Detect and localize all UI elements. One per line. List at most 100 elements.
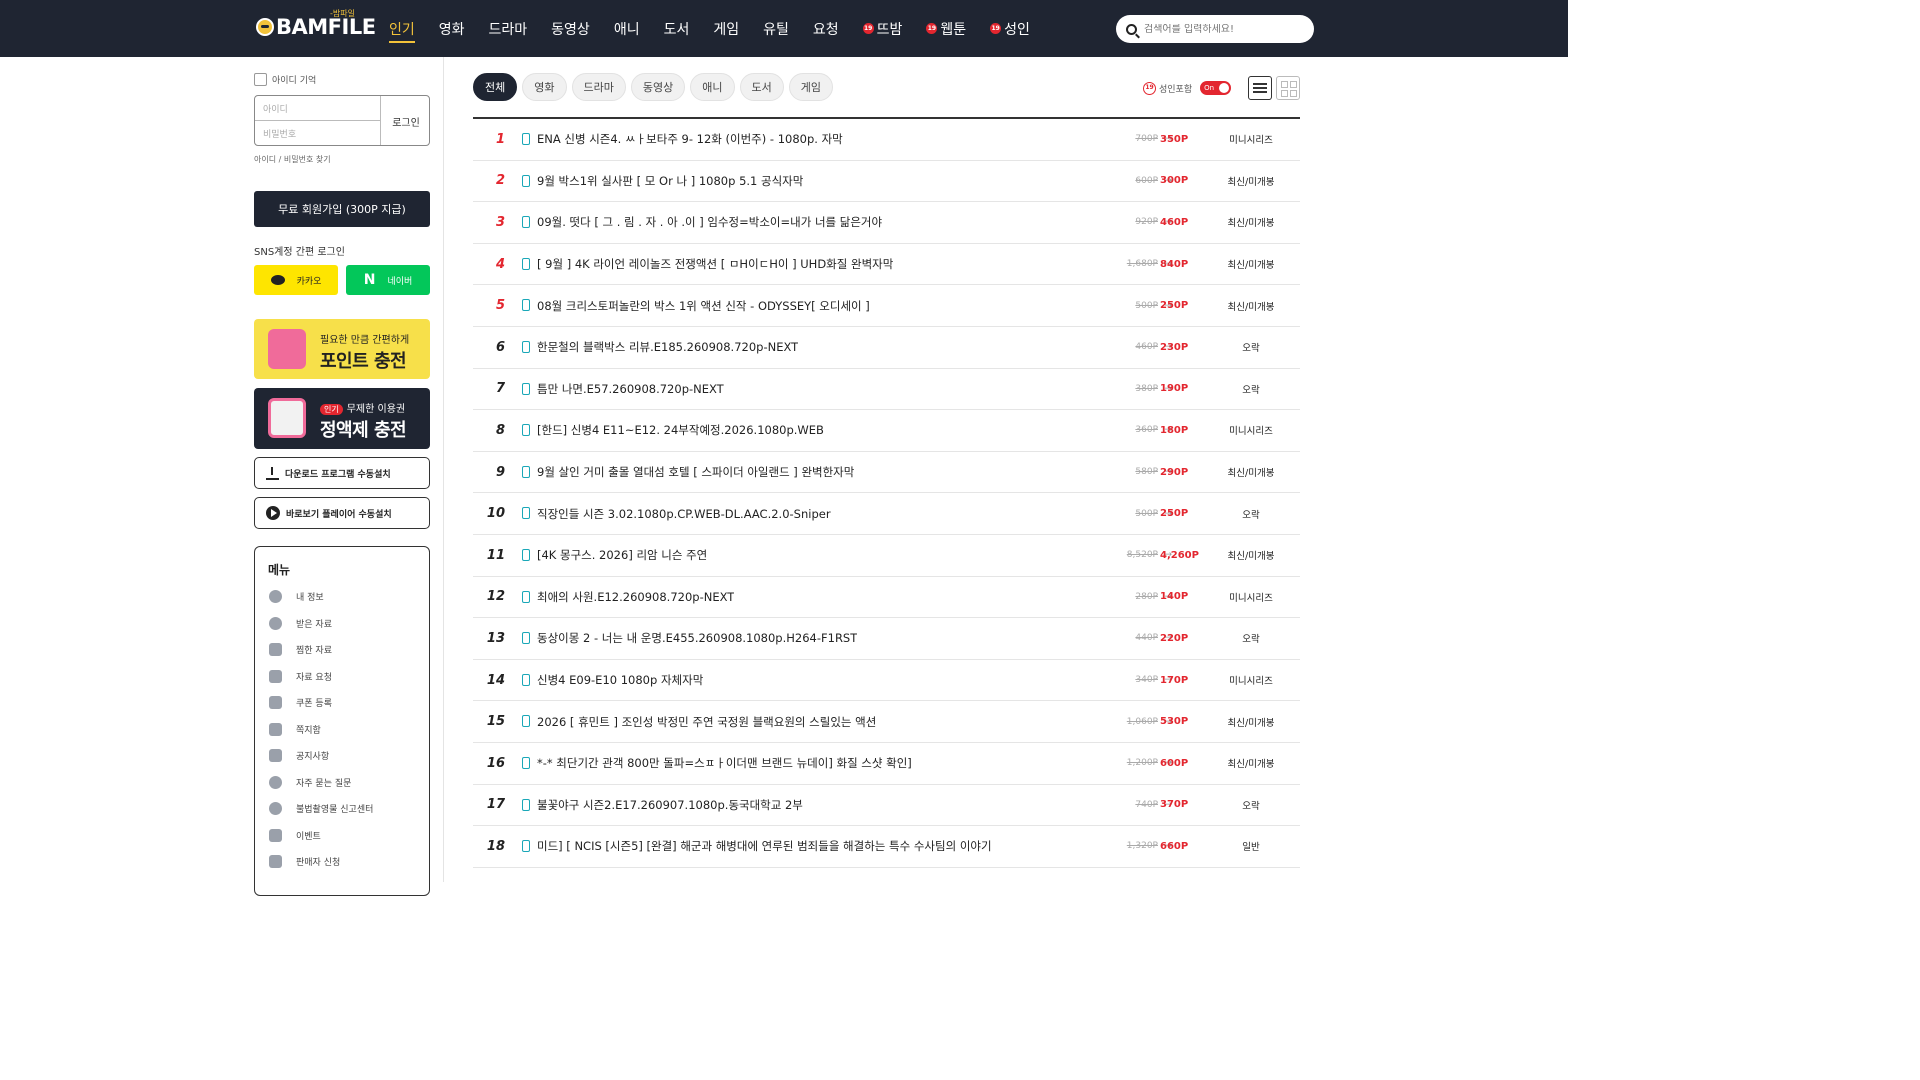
list-view-icon[interactable]: [1248, 76, 1272, 100]
id-field[interactable]: 아이디: [255, 96, 381, 121]
nav-item-3[interactable]: 동영상: [551, 0, 590, 57]
ranking-row[interactable]: 12 최애의 사원.E12.260908.720p-NEXT 280P → 140P 미니…: [473, 577, 1300, 619]
ranking-row[interactable]: 4 [ 9월 ] 4K 라이언 레이놀즈 전쟁액션 [ ㅁH이ㄷH이 ] UHD화…: [473, 244, 1300, 286]
menu-item-6[interactable]: 공지사항: [269, 749, 329, 762]
nav-item-2[interactable]: 드라마: [489, 0, 528, 57]
tab-0[interactable]: 전체: [473, 73, 518, 101]
menu-item-2[interactable]: 찜한 자료: [269, 643, 332, 656]
menu-item-9[interactable]: 이벤트: [269, 828, 321, 842]
item-title[interactable]: 직장인들 시즌 3.02.1080p.CP.WEB-DL.AAC.2.0-Sni…: [537, 506, 831, 522]
find-account-link[interactable]: 아이디 / 비밀번호 찾기: [254, 154, 331, 165]
nav-item-10[interactable]: 19 웹툰: [926, 0, 966, 57]
original-price: 1,680P: [1126, 259, 1158, 270]
signup-button[interactable]: 무료 회원가입 (300P 지급): [254, 191, 430, 227]
nav-item-1[interactable]: 영화: [439, 0, 465, 57]
ranking-row[interactable]: 8 [한드] 신병4 E11~E12. 24부작예정.2026.1080p.WEB…: [473, 410, 1300, 452]
menu-item-5[interactable]: 쪽지함: [269, 722, 321, 736]
menu-item-7[interactable]: 자주 묻는 질문: [269, 775, 351, 789]
ranking-row[interactable]: 15 2026 [ 휴민트 ] 조인성 박정민 주연 국정원 블랙요원의 스릴있는…: [473, 701, 1300, 743]
mobile-icon: [522, 382, 530, 395]
item-title[interactable]: 틈만 나면.E57.260908.720p-NEXT: [537, 381, 724, 397]
tab-3[interactable]: 동영상: [630, 73, 686, 101]
tab-6[interactable]: 게임: [788, 73, 833, 101]
password-field[interactable]: 비밀번호: [255, 121, 381, 145]
ranking-row[interactable]: 13 동상이몽 2 - 너는 내 운명.E455.260908.1080p.H26…: [473, 618, 1300, 660]
rank-number: 1: [495, 131, 505, 147]
adult-toggle[interactable]: On: [1200, 81, 1232, 95]
item-title[interactable]: 동상이몽 2 - 너는 내 운명.E455.260908.1080p.H264-…: [537, 630, 857, 646]
nav-item-4[interactable]: 애니: [614, 0, 640, 57]
search-icon[interactable]: [1126, 23, 1137, 35]
nav-item-8[interactable]: 요청: [813, 0, 839, 57]
play-icon: [266, 506, 280, 520]
remember-id-checkbox[interactable]: [254, 73, 267, 86]
item-title[interactable]: 한문철의 블랙박스 리뷰.E185.260908.720p-NEXT: [537, 339, 798, 355]
grid-view-icon[interactable]: [1276, 76, 1300, 100]
item-title[interactable]: 신병4 E09-E10 1080p 자체자막: [537, 672, 703, 688]
ranking-row[interactable]: 18 미드] [ NCIS [시즌5] [완결] 해군과 해병대에 연루된 범죄들…: [473, 826, 1300, 868]
nav-item-11[interactable]: 19 성인: [990, 0, 1030, 57]
nav-item-6[interactable]: 게임: [713, 0, 739, 57]
kakao-speech-bubble-icon: [270, 275, 285, 285]
ranking-row[interactable]: 3 09월. 떳다 [ 그 . 림 . 자 . 아 .이 ] 임수정=박소이=내가…: [473, 202, 1300, 244]
ranking-row[interactable]: 5 08월 크리스토퍼놀란의 박스 1위 액션 신작 - ODYSSEY[ 오디세…: [473, 285, 1300, 327]
remember-id[interactable]: 아이디 기억: [254, 73, 316, 86]
item-title[interactable]: 08월 크리스토퍼놀란의 박스 1위 액션 신작 - ODYSSEY[ 오디세이…: [537, 298, 870, 314]
ranking-row[interactable]: 17 불꽃야구 시즌2.E17.260907.1080p.동국대학교 2부 740P…: [473, 785, 1300, 827]
point-charge-banner[interactable]: 필요한 만큼 간편하게 포인트 충전: [254, 319, 430, 379]
item-title[interactable]: 2026 [ 휴민트 ] 조인성 박정민 주연 국정원 블랙요원의 스릴있는 액…: [537, 714, 876, 730]
item-title[interactable]: *-* 최단기간 관객 800만 돌파=스ㅍㅏ이더맨 브랜드 뉴데이] 화질 스…: [537, 755, 912, 771]
tab-2[interactable]: 드라마: [571, 73, 626, 101]
mobile-icon: [522, 798, 530, 811]
menu-item-4[interactable]: 쿠폰 등록: [269, 696, 332, 709]
nav-item-0[interactable]: 인기: [389, 0, 415, 57]
ranking-row[interactable]: 1 ENA 신병 시즌4. ㅆㅏ보타주 9- 12화 (이번주) - 1080p.…: [473, 119, 1300, 161]
item-title[interactable]: 불꽃야구 시즌2.E17.260907.1080p.동국대학교 2부: [537, 797, 803, 813]
search-input[interactable]: [1144, 23, 1304, 35]
nav-item-5[interactable]: 도서: [664, 0, 690, 57]
item-title[interactable]: [한드] 신병4 E11~E12. 24부작예정.2026.1080p.WEB: [537, 422, 824, 438]
menu-item-8[interactable]: 불법촬영물 신고센터: [269, 802, 373, 815]
naver-label: 네이버: [387, 276, 413, 287]
item-category: 미니시리즈: [1229, 135, 1273, 147]
search-box[interactable]: [1116, 15, 1314, 43]
item-title[interactable]: [ 9월 ] 4K 라이언 레이놀즈 전쟁액션 [ ㅁH이ㄷH이 ] UHD화질…: [537, 256, 893, 272]
menu-item-1[interactable]: 받은 자료: [269, 616, 332, 630]
item-title[interactable]: 미드] [ NCIS [시즌5] [완결] 해군과 해병대에 연루된 범죄들을 …: [537, 838, 992, 854]
site-logo[interactable]: BAMFILE -밤파일: [256, 9, 376, 42]
tab-5[interactable]: 도서: [739, 73, 784, 101]
ranking-row[interactable]: 16 *-* 최단기간 관객 800만 돌파=스ㅍㅏ이더맨 브랜드 뉴데이] 화질…: [473, 743, 1300, 785]
ranking-row[interactable]: 9 9월 살인 거미 출몰 열대섬 호텔 [ 스파이더 아일랜드 ] 완벽한자막 5…: [473, 452, 1300, 494]
tab-1[interactable]: 영화: [522, 73, 567, 101]
ranking-row[interactable]: 7 틈만 나면.E57.260908.720p-NEXT 380P → 190P 오락: [473, 369, 1300, 411]
nav-item-7[interactable]: 유틸: [763, 0, 789, 57]
gift-icon: [269, 828, 282, 842]
menu-item-3[interactable]: 자료 요청: [269, 669, 332, 683]
ranking-row[interactable]: 14 신병4 E09-E10 1080p 자체자막 340P → 170P 미니시리즈: [473, 660, 1300, 702]
item-title[interactable]: [4K 몽구스. 2026] 리암 니슨 주연: [537, 547, 707, 563]
ranking-row[interactable]: 11 [4K 몽구스. 2026] 리암 니슨 주연 8,520P → 4,260P 최신…: [473, 535, 1300, 577]
plan-charge-banner[interactable]: 인기 무제한 이용권 정액제 충전: [254, 388, 430, 449]
player-install-button[interactable]: 바로보기 플레이어 수동설치: [254, 497, 430, 529]
item-category: 최신/미개봉: [1227, 301, 1275, 313]
menu-item-label: 이벤트: [296, 831, 321, 842]
naver-login-button[interactable]: N 네이버: [346, 265, 430, 295]
item-title[interactable]: 9월 박스1위 실사판 [ 모 Or 나 ] 1080p 5.1 공식자막: [537, 173, 803, 189]
ranking-row[interactable]: 6 한문철의 블랙박스 리뷰.E185.260908.720p-NEXT 460P →…: [473, 327, 1300, 369]
original-price: 280P: [1135, 591, 1158, 602]
ranking-row[interactable]: 10 직장인들 시즌 3.02.1080p.CP.WEB-DL.AAC.2.0-S…: [473, 493, 1300, 535]
tab-4[interactable]: 애니: [690, 73, 735, 101]
item-title[interactable]: 9월 살인 거미 출몰 열대섬 호텔 [ 스파이더 아일랜드 ] 완벽한자막: [537, 464, 854, 480]
nav-item-9[interactable]: 19 뜨밤: [862, 0, 902, 57]
menu-item-10[interactable]: 판매자 신청: [269, 855, 340, 868]
kakao-login-button[interactable]: 카카오: [254, 265, 338, 295]
nav-item-label: 도서: [663, 21, 690, 38]
item-title[interactable]: ENA 신병 시즌4. ㅆㅏ보타주 9- 12화 (이번주) - 1080p. …: [537, 131, 843, 147]
ranking-row[interactable]: 2 9월 박스1위 실사판 [ 모 Or 나 ] 1080p 5.1 공식자막 60…: [473, 161, 1300, 203]
adult-filter[interactable]: 19 성인포함 On: [1143, 81, 1232, 95]
menu-item-0[interactable]: 내 정보: [269, 590, 324, 603]
item-title[interactable]: 최애의 사원.E12.260908.720p-NEXT: [537, 589, 734, 605]
item-title[interactable]: 09월. 떳다 [ 그 . 림 . 자 . 아 .이 ] 임수정=박소이=내가 …: [537, 214, 882, 230]
download-program-install-button[interactable]: 다운로드 프로그램 수동설치: [254, 457, 430, 489]
login-button[interactable]: 로그인: [381, 96, 429, 145]
